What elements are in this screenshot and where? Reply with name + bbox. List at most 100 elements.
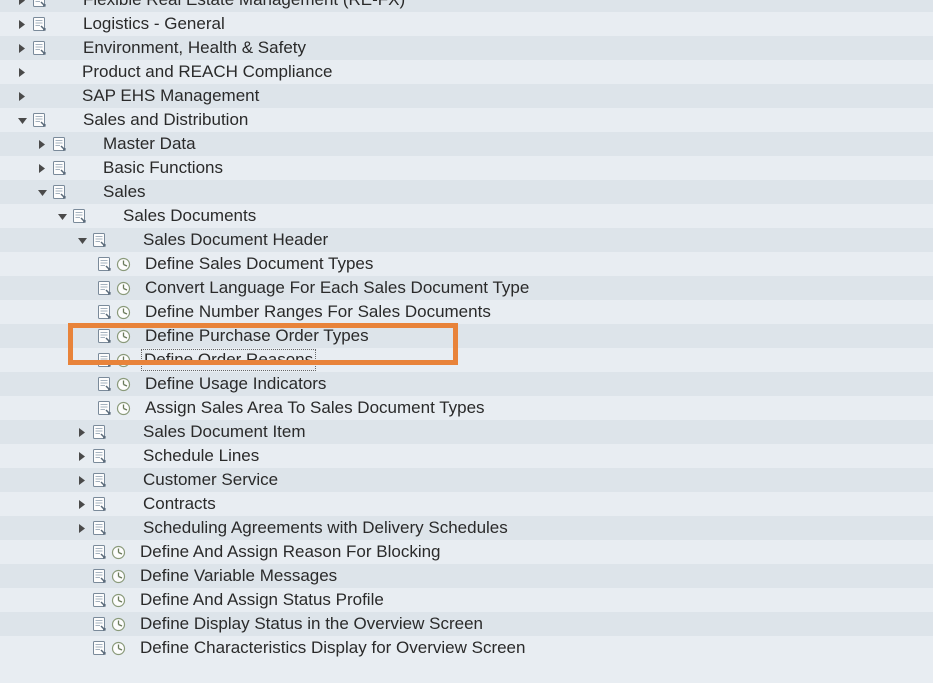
tree-row[interactable]: Define Usage Indicators	[0, 372, 933, 396]
document-icon	[90, 591, 108, 609]
tree-row[interactable]: Basic Functions	[0, 156, 933, 180]
tree-item-label[interactable]: Define And Assign Reason For Blocking	[136, 542, 441, 562]
document-icon	[50, 183, 68, 201]
tree-row[interactable]: Define And Assign Status Profile	[0, 588, 933, 612]
expander-closed-icon[interactable]	[75, 521, 90, 536]
tree-item-label[interactable]: Product and REACH Compliance	[78, 62, 332, 82]
tree-item-label[interactable]: Contracts	[139, 494, 216, 514]
activity-icon[interactable]	[114, 303, 132, 321]
tree-row[interactable]: Define Number Ranges For Sales Documents	[0, 300, 933, 324]
tree-row[interactable]: Sales and Distribution	[0, 108, 933, 132]
document-icon	[30, 0, 48, 9]
activity-icon[interactable]	[114, 279, 132, 297]
tree-row[interactable]: Define Purchase Order Types	[0, 324, 933, 348]
tree-row[interactable]: Define Display Status in the Overview Sc…	[0, 612, 933, 636]
tree-row[interactable]: Scheduling Agreements with Delivery Sche…	[0, 516, 933, 540]
tree-row[interactable]: Environment, Health & Safety	[0, 36, 933, 60]
expander-closed-icon[interactable]	[15, 41, 30, 56]
tree-item-label[interactable]: Define Purchase Order Types	[141, 326, 369, 346]
activity-icon[interactable]	[114, 351, 132, 369]
document-icon	[50, 135, 68, 153]
tree-row[interactable]: Sales Documents	[0, 204, 933, 228]
expander-closed-icon[interactable]	[15, 65, 30, 80]
activity-icon[interactable]	[114, 327, 132, 345]
expander-open-icon[interactable]	[75, 233, 90, 248]
tree-row[interactable]: Sales Document Item	[0, 420, 933, 444]
expander-closed-icon[interactable]	[35, 161, 50, 176]
tree-item-label[interactable]: Customer Service	[139, 470, 278, 490]
document-icon	[90, 447, 108, 465]
tree-row[interactable]: Master Data	[0, 132, 933, 156]
expander-closed-icon[interactable]	[75, 449, 90, 464]
expander-closed-icon[interactable]	[75, 425, 90, 440]
expander-closed-icon[interactable]	[15, 89, 30, 104]
tree-item-label[interactable]: Scheduling Agreements with Delivery Sche…	[139, 518, 508, 538]
expander-open-icon[interactable]	[55, 209, 70, 224]
tree-row[interactable]: Convert Language For Each Sales Document…	[0, 276, 933, 300]
tree-item-label[interactable]: Define Display Status in the Overview Sc…	[136, 614, 483, 634]
tree-container: Flexible Real Estate Management (RE-FX) L…	[0, 0, 933, 660]
tree-item-label[interactable]: Define Sales Document Types	[141, 254, 373, 274]
document-icon	[95, 351, 113, 369]
activity-icon[interactable]	[109, 591, 127, 609]
expander-closed-icon[interactable]	[35, 137, 50, 152]
tree-row[interactable]: Define Order Reasons	[0, 348, 933, 372]
tree-item-label[interactable]: Define And Assign Status Profile	[136, 590, 384, 610]
tree-row[interactable]: Flexible Real Estate Management (RE-FX)	[0, 0, 933, 12]
tree-row[interactable]: Customer Service	[0, 468, 933, 492]
tree-item-label[interactable]: Sales	[99, 182, 146, 202]
document-icon	[90, 543, 108, 561]
expander-open-icon[interactable]	[15, 113, 30, 128]
tree-item-label[interactable]: Define Number Ranges For Sales Documents	[141, 302, 491, 322]
expander-closed-icon[interactable]	[75, 497, 90, 512]
tree-item-label[interactable]: Define Order Reasons	[141, 349, 316, 371]
activity-icon[interactable]	[109, 615, 127, 633]
activity-icon[interactable]	[114, 375, 132, 393]
tree-row[interactable]: Logistics - General	[0, 12, 933, 36]
tree-item-label[interactable]: Environment, Health & Safety	[79, 38, 306, 58]
tree-row[interactable]: SAP EHS Management	[0, 84, 933, 108]
expander-closed-icon[interactable]	[15, 0, 30, 8]
document-icon	[50, 159, 68, 177]
tree-row[interactable]: Define Characteristics Display for Overv…	[0, 636, 933, 660]
expander-closed-icon[interactable]	[75, 473, 90, 488]
document-icon	[30, 111, 48, 129]
activity-icon[interactable]	[109, 567, 127, 585]
tree-item-label[interactable]: Flexible Real Estate Management (RE-FX)	[79, 0, 405, 10]
activity-icon[interactable]	[114, 399, 132, 417]
tree-item-label[interactable]: Logistics - General	[79, 14, 225, 34]
document-icon	[95, 399, 113, 417]
tree-item-label[interactable]: Define Usage Indicators	[141, 374, 326, 394]
tree-row[interactable]: Define Sales Document Types	[0, 252, 933, 276]
tree-row[interactable]: Assign Sales Area To Sales Document Type…	[0, 396, 933, 420]
tree-item-label[interactable]: Sales Document Item	[139, 422, 306, 442]
tree-item-label[interactable]: SAP EHS Management	[78, 86, 259, 106]
tree-item-label[interactable]: Sales Documents	[119, 206, 256, 226]
tree-row[interactable]: Contracts	[0, 492, 933, 516]
tree-row[interactable]: Define Variable Messages	[0, 564, 933, 588]
tree-item-label[interactable]: Define Characteristics Display for Overv…	[136, 638, 525, 658]
tree-item-label[interactable]: Sales Document Header	[139, 230, 328, 250]
document-icon	[95, 303, 113, 321]
tree-row[interactable]: Sales	[0, 180, 933, 204]
tree-item-label[interactable]: Basic Functions	[99, 158, 223, 178]
activity-icon[interactable]	[114, 255, 132, 273]
document-icon	[90, 495, 108, 513]
tree-item-label[interactable]: Define Variable Messages	[136, 566, 337, 586]
tree-item-label[interactable]: Convert Language For Each Sales Document…	[141, 278, 529, 298]
expander-open-icon[interactable]	[35, 185, 50, 200]
document-icon	[90, 471, 108, 489]
document-icon	[30, 15, 48, 33]
tree-item-label[interactable]: Assign Sales Area To Sales Document Type…	[141, 398, 485, 418]
tree-item-label[interactable]: Schedule Lines	[139, 446, 259, 466]
tree-row[interactable]: Product and REACH Compliance	[0, 60, 933, 84]
tree-row[interactable]: Schedule Lines	[0, 444, 933, 468]
tree-row[interactable]: Sales Document Header	[0, 228, 933, 252]
tree-item-label[interactable]: Sales and Distribution	[79, 110, 248, 130]
activity-icon[interactable]	[109, 543, 127, 561]
expander-closed-icon[interactable]	[15, 17, 30, 32]
tree-item-label[interactable]: Master Data	[99, 134, 196, 154]
tree-row[interactable]: Define And Assign Reason For Blocking	[0, 540, 933, 564]
activity-icon[interactable]	[109, 639, 127, 657]
document-icon	[95, 279, 113, 297]
